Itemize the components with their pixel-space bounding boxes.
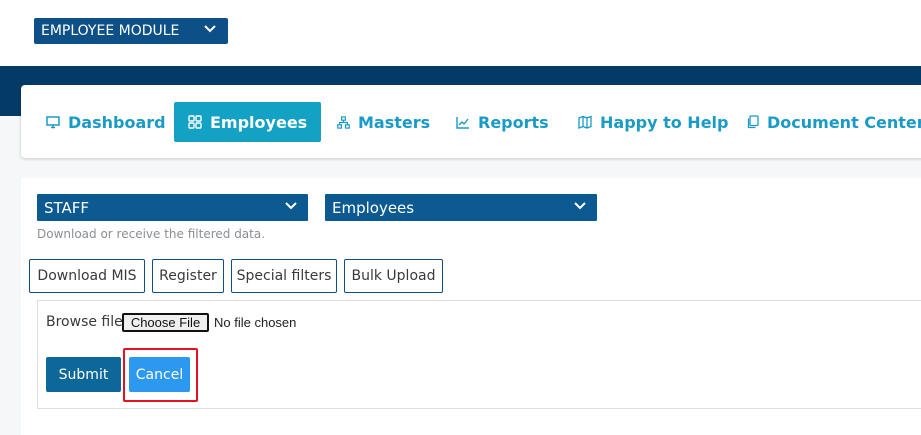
- choose-file-button[interactable]: Choose File: [122, 313, 209, 332]
- nav-label-employees: Employees: [210, 112, 308, 132]
- download-mis-button[interactable]: Download MIS: [29, 259, 145, 293]
- bulk-upload-button[interactable]: Bulk Upload: [344, 259, 443, 293]
- chevron-down-icon: [285, 202, 297, 210]
- entity-dropdown-value: Employees: [332, 198, 415, 217]
- chevron-down-icon: [574, 202, 586, 210]
- grid-icon: [188, 115, 202, 129]
- nav-label-happy-to-help: Happy to Help: [600, 112, 729, 132]
- nav-label-dashboard: Dashboard: [68, 112, 166, 132]
- nav-item-employees[interactable]: Employees: [174, 102, 322, 142]
- browse-file-label: Browse file: [46, 314, 123, 330]
- nav-item-masters[interactable]: Masters: [337, 102, 430, 142]
- category-dropdown-value: STAFF: [44, 198, 90, 217]
- category-dropdown[interactable]: STAFF: [37, 194, 308, 221]
- map-icon: [578, 115, 592, 129]
- monitor-icon: [46, 116, 60, 129]
- nav-item-happy-to-help[interactable]: Happy to Help: [578, 102, 728, 142]
- register-button[interactable]: Register: [152, 259, 224, 293]
- hierarchy-icon: [337, 115, 350, 129]
- nav-item-dashboard[interactable]: Dashboard: [46, 102, 166, 142]
- entity-dropdown[interactable]: Employees: [325, 194, 597, 221]
- nav-label-reports: Reports: [478, 112, 549, 132]
- nav-label-masters: Masters: [358, 112, 431, 132]
- chevron-down-icon: [204, 25, 216, 33]
- file-status-text: No file chosen: [214, 315, 297, 330]
- nav-item-reports[interactable]: Reports: [456, 102, 549, 142]
- module-selector-label: EMPLOYEE MODULE: [41, 23, 180, 39]
- nav-item-document-center[interactable]: Document Center: [746, 102, 921, 142]
- main-nav: Dashboard Employees Masters Reports Happ…: [21, 85, 921, 158]
- module-selector[interactable]: EMPLOYEE MODULE: [34, 18, 228, 44]
- submit-button[interactable]: Submit: [46, 357, 121, 392]
- nav-label-document-center: Document Center: [767, 112, 921, 132]
- chart-line-icon: [456, 116, 469, 129]
- documents-icon: [747, 115, 759, 129]
- cancel-button[interactable]: Cancel: [129, 357, 190, 392]
- special-filters-button[interactable]: Special filters: [231, 259, 337, 293]
- filter-hint-text: Download or receive the filtered data.: [37, 227, 266, 241]
